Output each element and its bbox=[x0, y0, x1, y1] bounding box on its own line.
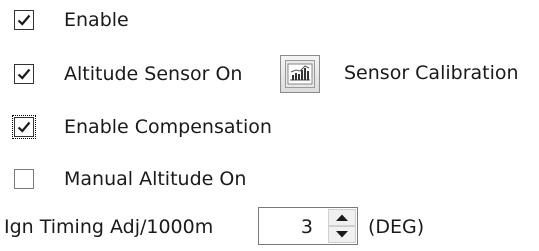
altitude-sensor-label: Altitude Sensor On bbox=[64, 63, 243, 85]
spin-buttons bbox=[328, 209, 356, 243]
checkmark-icon bbox=[17, 68, 31, 80]
enable-compensation-row[interactable]: Enable Compensation bbox=[0, 111, 300, 143]
manual-altitude-label: Manual Altitude On bbox=[64, 168, 247, 190]
spin-down-button[interactable] bbox=[328, 226, 356, 243]
ign-timing-unit: (DEG) bbox=[368, 216, 425, 238]
graph-calibration-icon bbox=[285, 60, 315, 88]
checkmark-icon bbox=[17, 121, 31, 133]
enable-row[interactable]: Enable bbox=[0, 4, 200, 36]
checkmark-icon bbox=[17, 14, 31, 26]
spin-up-button[interactable] bbox=[328, 209, 356, 226]
altitude-sensor-checkbox[interactable] bbox=[14, 64, 34, 84]
enable-checkbox[interactable] bbox=[14, 10, 34, 30]
ign-timing-value[interactable]: 3 bbox=[301, 216, 313, 238]
enable-compensation-label: Enable Compensation bbox=[64, 116, 272, 138]
arrow-down-icon bbox=[336, 231, 348, 238]
ign-timing-spinbox[interactable]: 3 bbox=[258, 207, 358, 245]
enable-label: Enable bbox=[64, 9, 129, 31]
arrow-up-icon bbox=[336, 214, 348, 221]
sensor-calibration-button[interactable] bbox=[280, 55, 320, 93]
manual-altitude-checkbox[interactable] bbox=[14, 169, 34, 189]
ign-timing-label: Ign Timing Adj/1000m bbox=[4, 216, 214, 238]
manual-altitude-row[interactable]: Manual Altitude On bbox=[0, 163, 280, 195]
sensor-calibration-label: Sensor Calibration bbox=[344, 62, 519, 84]
altitude-sensor-row[interactable]: Altitude Sensor On bbox=[0, 58, 270, 90]
enable-compensation-checkbox[interactable] bbox=[12, 115, 36, 139]
